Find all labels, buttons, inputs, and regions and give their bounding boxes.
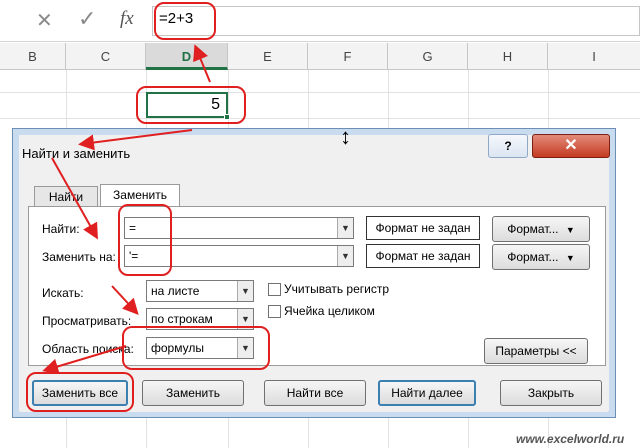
annotation-arrow: [193, 44, 211, 83]
annotation-arrow: [78, 129, 193, 151]
annotation-arrow: [42, 345, 127, 375]
annotation-arrows: [42, 44, 211, 375]
annotation-arrow: [111, 285, 139, 315]
annotation-arrow: [51, 157, 98, 240]
watermark: www.excelworld.ru: [516, 432, 625, 446]
